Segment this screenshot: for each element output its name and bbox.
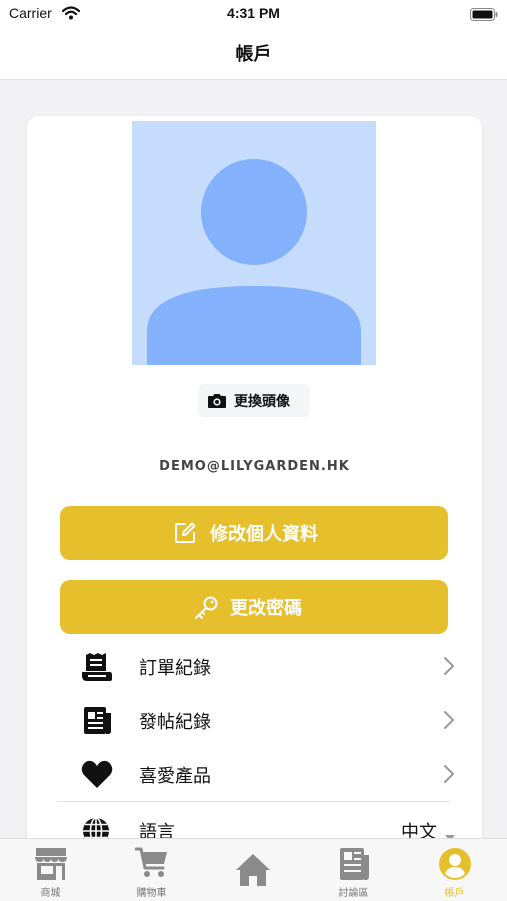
edit-profile-label: 修改個人資料 <box>210 524 318 545</box>
newspaper-icon <box>81 706 113 740</box>
menu-item-posts[interactable]: 發帖紀錄 <box>57 694 457 746</box>
tab-cart[interactable]: 購物車 <box>101 839 202 901</box>
tab-account-label: 帳戶 <box>444 888 465 899</box>
tab-store-label: 商城 <box>40 888 61 899</box>
newspaper-icon <box>303 847 404 885</box>
orders-label: 訂單紀錄 <box>139 658 211 679</box>
tab-bar: 商城 購物車 討論區 帳戶 <box>0 838 507 901</box>
user-placeholder-icon <box>147 159 361 365</box>
change-avatar-button[interactable]: 更換頭像 <box>198 384 310 417</box>
tab-forum-label: 討論區 <box>338 888 369 899</box>
profile-card: 更換頭像 DEMO@LILYGARDEN.HK 修改個人資料 更改密碼 訂單紀錄… <box>27 116 482 876</box>
cart-icon <box>101 847 202 883</box>
avatar[interactable] <box>132 121 376 365</box>
divider <box>57 801 450 802</box>
clock: 4:31 PM <box>227 5 280 21</box>
chevron-right-icon <box>443 710 455 734</box>
battery-icon <box>470 6 498 25</box>
user-email: DEMO@LILYGARDEN.HK <box>159 459 350 474</box>
edit-profile-button[interactable]: 修改個人資料 <box>60 506 448 560</box>
tab-home[interactable] <box>202 839 303 901</box>
chevron-right-icon <box>443 764 455 788</box>
tab-store[interactable]: 商城 <box>0 839 101 901</box>
page-title: 帳戶 <box>235 44 272 65</box>
change-password-label: 更改密碼 <box>230 598 302 619</box>
chevron-right-icon <box>443 656 455 680</box>
menu-item-orders[interactable]: 訂單紀錄 <box>57 640 457 692</box>
favorites-label: 喜愛產品 <box>139 766 211 787</box>
navigation-bar: 帳戶 <box>0 28 507 80</box>
change-password-button[interactable]: 更改密碼 <box>60 580 448 634</box>
status-bar: Carrier 4:31 PM <box>0 0 507 28</box>
tab-account[interactable]: 帳戶 <box>404 839 505 901</box>
receipt-icon <box>81 652 113 686</box>
heart-icon <box>81 760 113 794</box>
edit-icon <box>173 521 197 549</box>
tab-forum[interactable]: 討論區 <box>303 839 404 901</box>
menu-item-favorites[interactable]: 喜愛產品 <box>57 748 457 800</box>
posts-label: 發帖紀錄 <box>139 712 211 733</box>
key-icon <box>193 595 219 625</box>
change-avatar-label: 更換頭像 <box>234 394 290 410</box>
tab-cart-label: 購物車 <box>136 888 167 899</box>
store-icon <box>0 847 101 885</box>
home-icon <box>202 853 303 891</box>
camera-icon <box>207 393 227 413</box>
user-circle-icon <box>404 847 505 885</box>
